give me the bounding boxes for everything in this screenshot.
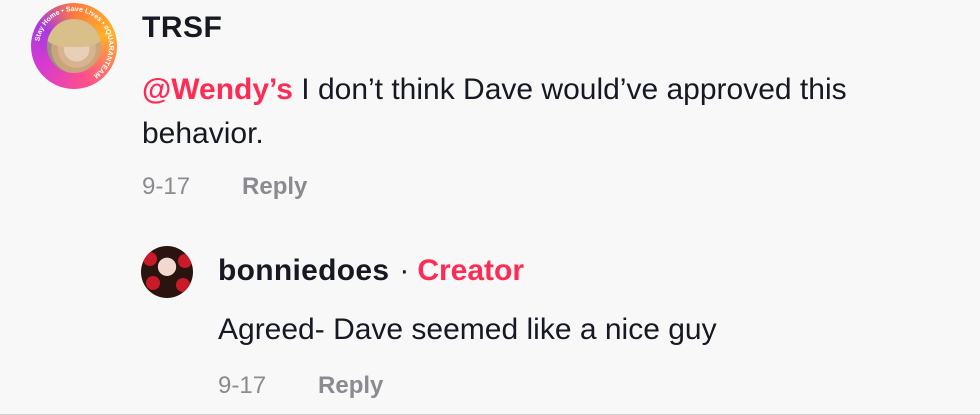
comment-thread: Stay Home • Save Lives • #QUARANTEAM TRS… [0,0,980,415]
reply-to-reply-button[interactable]: Reply [318,372,383,400]
comment-username[interactable]: TRSF [142,11,222,45]
mention-link[interactable]: @Wendy’s [142,73,293,106]
reply-date: 9-17 [218,372,267,399]
separator-dot: · [399,254,410,287]
reply-avatar[interactable] [141,246,193,298]
reply-username[interactable]: bonniedoes [218,254,389,288]
creator-badge: Creator [417,254,525,287]
reply-button[interactable]: Reply [242,173,307,201]
comment-meta: 9-17 Reply [142,173,307,201]
reply-body: Agreed- Dave seemed like a nice guy [218,313,717,346]
avatar[interactable]: Stay Home • Save Lives • #QUARANTEAM [31,3,117,89]
svg-text:Stay Home • Save Lives • #QUAR: Stay Home • Save Lives • #QUARANTEAM [34,6,114,79]
comment-body: @Wendy’s I don’t think Dave would’ve app… [142,68,942,156]
avatar-ring-text: Stay Home • Save Lives • #QUARANTEAM [34,6,114,79]
reply-meta: 9-17 Reply [218,372,383,400]
reply-header: bonniedoes · Creator [218,254,524,288]
comment-date: 9-17 [142,173,191,200]
